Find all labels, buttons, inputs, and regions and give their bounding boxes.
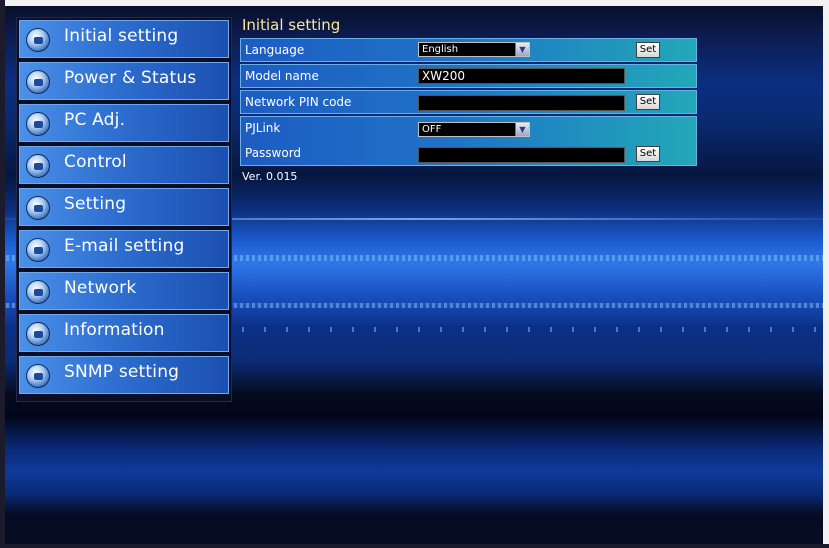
sidebar-item-initial-setting[interactable]: Initial setting xyxy=(19,20,229,58)
sidebar-item-label: Network xyxy=(64,278,137,298)
language-set-button[interactable]: Set xyxy=(636,42,660,58)
sidebar-item-label: Control xyxy=(64,152,127,172)
sidebar-item-email-setting[interactable]: E-mail setting xyxy=(19,230,229,268)
pjlink-label: PJLink xyxy=(245,121,281,135)
sidebar-item-setting[interactable]: Setting xyxy=(19,188,229,226)
mail-icon xyxy=(26,238,50,262)
sidebar-item-control[interactable]: Control xyxy=(19,146,229,184)
window-frame-left xyxy=(0,0,5,548)
page-title: Initial setting xyxy=(242,16,341,34)
version-label: Ver. 0.015 xyxy=(242,170,298,183)
window-frame-top xyxy=(0,0,829,6)
pjlink-set-button[interactable]: Set xyxy=(636,146,660,162)
network-pin-set-button[interactable]: Set xyxy=(636,94,660,110)
sidebar-item-information[interactable]: Information xyxy=(19,314,229,352)
sidebar-item-label: Information xyxy=(64,320,165,340)
pjlink-select-value: OFF xyxy=(422,124,442,135)
password-field[interactable] xyxy=(418,147,625,163)
network-icon xyxy=(26,280,50,304)
model-name-row: Model name XW200 xyxy=(240,64,697,88)
pjlink-row: PJLink OFF ▼ Password Set xyxy=(240,116,697,166)
language-select[interactable]: English ▼ xyxy=(418,42,530,57)
page-background: Initial setting Power & Status PC Adj. C… xyxy=(0,0,829,548)
password-label: Password xyxy=(245,146,302,160)
chevron-down-icon: ▼ xyxy=(515,123,529,136)
window-frame-right xyxy=(823,0,829,548)
pjlink-select[interactable]: OFF ▼ xyxy=(418,122,530,137)
sidebar-item-power-status[interactable]: Power & Status xyxy=(19,62,229,100)
chevron-down-icon: ▼ xyxy=(515,43,529,56)
language-label: Language xyxy=(245,43,305,57)
sidebar-item-label: PC Adj. xyxy=(64,110,126,130)
monitor-icon xyxy=(26,112,50,136)
sidebar-item-label: Initial setting xyxy=(64,26,179,46)
window-frame-bottom xyxy=(0,544,829,548)
sidebar-item-label: E-mail setting xyxy=(64,236,185,256)
sidebar-nav: Initial setting Power & Status PC Adj. C… xyxy=(16,17,232,402)
network-pin-field[interactable] xyxy=(418,95,625,111)
network-pin-row: Network PIN code Set xyxy=(240,90,697,114)
settings-icon xyxy=(26,28,50,52)
sidebar-item-label: SNMP setting xyxy=(64,362,180,382)
info-icon xyxy=(26,322,50,346)
sidebar-item-pc-adj[interactable]: PC Adj. xyxy=(19,104,229,142)
tools-icon xyxy=(26,196,50,220)
power-icon xyxy=(26,70,50,94)
network-pin-label: Network PIN code xyxy=(245,95,352,109)
sidebar-item-network[interactable]: Network xyxy=(19,272,229,310)
sidebar-item-label: Setting xyxy=(64,194,127,214)
sidebar-item-label: Power & Status xyxy=(64,68,197,88)
model-name-label: Model name xyxy=(245,69,319,83)
snmp-icon xyxy=(26,364,50,388)
control-icon xyxy=(26,154,50,178)
model-name-field[interactable]: XW200 xyxy=(418,68,625,84)
language-select-value: English xyxy=(422,44,459,55)
language-row: Language English ▼ Set xyxy=(240,38,697,62)
sidebar-item-snmp-setting[interactable]: SNMP setting xyxy=(19,356,229,394)
